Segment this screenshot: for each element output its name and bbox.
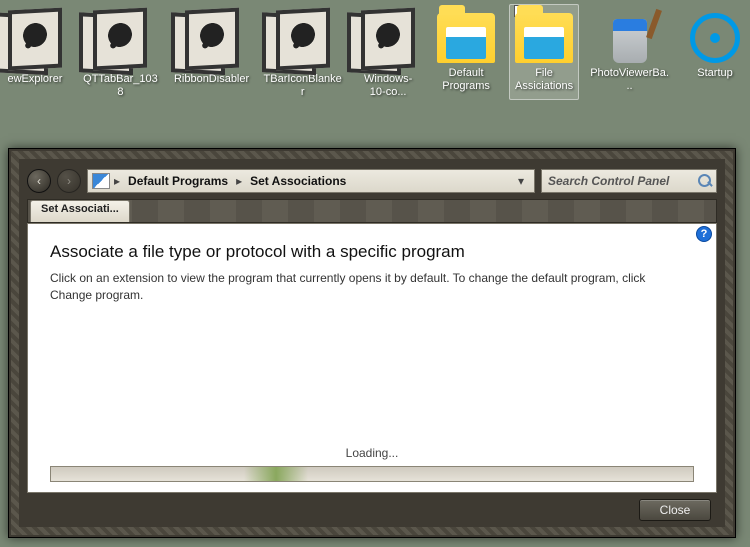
desktop-item-label: QTTabBar_1038: [81, 73, 160, 99]
content-pane: Associate a file type or protocol with a…: [27, 223, 717, 493]
desktop-icon-area: ewExplorer QTTabBar_1038 RibbonDisabler TBa…: [0, 0, 750, 124]
window-footer: Close: [27, 493, 717, 527]
loading-label: Loading...: [346, 446, 399, 460]
picture-folder-icon: [93, 8, 147, 71]
folder-icon: [515, 13, 573, 63]
control-panel-window: ‹ › ▸ Default Programs ▸ Set Association…: [8, 148, 736, 538]
desktop-item-label: Windows-10-co...: [356, 73, 420, 99]
picture-folder-icon: [185, 8, 239, 71]
desktop-item-label: Startup: [683, 67, 747, 80]
desktop-item-1[interactable]: QTTabBar_1038: [78, 4, 163, 106]
desktop-item-label: TBarIconBlanker: [263, 73, 342, 99]
address-breadcrumb[interactable]: ▸ Default Programs ▸ Set Associations ▾: [87, 169, 535, 193]
loading-area: Loading...: [50, 446, 694, 482]
desktop-item-0[interactable]: ewExplorer: [0, 4, 70, 93]
search-icon: [698, 174, 712, 188]
tab-label: Set Associati...: [41, 203, 119, 215]
paint-bucket-icon: [607, 13, 653, 63]
desktop-item-5[interactable]: Default Programs: [431, 4, 501, 100]
desktop-item-8[interactable]: Startup: [680, 4, 750, 87]
nav-back-button[interactable]: ‹: [27, 169, 51, 193]
picture-folder-icon: [8, 8, 62, 71]
tab-set-associations[interactable]: Set Associati...: [30, 200, 130, 222]
desktop-item-3[interactable]: TBarIconBlanker: [260, 4, 345, 106]
control-panel-icon: [92, 173, 110, 189]
search-input[interactable]: Search Control Panel: [541, 169, 717, 193]
startup-app-icon: [690, 13, 740, 63]
desktop-item-label: ewExplorer: [3, 73, 67, 86]
desktop-item-6[interactable]: ✓File Assiciations: [509, 4, 579, 100]
search-placeholder: Search Control Panel: [548, 174, 669, 188]
desktop-item-7[interactable]: PhotoViewerBa...: [587, 4, 672, 100]
page-description: Click on an extension to view the progra…: [50, 270, 690, 304]
desktop-item-label: PhotoViewerBa...: [590, 67, 669, 93]
breadcrumb-dropdown-icon[interactable]: ▾: [512, 174, 530, 188]
desktop-item-4[interactable]: Windows-10-co...: [353, 4, 423, 106]
breadcrumb-segment[interactable]: Default Programs: [120, 174, 236, 188]
desktop-item-label: RibbonDisabler: [174, 73, 249, 86]
picture-folder-icon: [276, 8, 330, 71]
breadcrumb-segment[interactable]: Set Associations: [242, 174, 354, 188]
tab-strip: Set Associati... ?: [27, 199, 717, 223]
folder-icon: [437, 13, 495, 63]
close-button[interactable]: Close: [639, 499, 711, 521]
page-heading: Associate a file type or protocol with a…: [50, 242, 694, 262]
nav-forward-button[interactable]: ›: [57, 169, 81, 193]
help-icon[interactable]: ?: [696, 226, 712, 242]
progress-bar: [50, 466, 694, 482]
desktop-item-2[interactable]: RibbonDisabler: [171, 4, 252, 93]
picture-folder-icon: [361, 8, 415, 71]
close-button-label: Close: [660, 503, 691, 517]
navigation-bar: ‹ › ▸ Default Programs ▸ Set Association…: [27, 167, 717, 195]
desktop-item-label: Default Programs: [434, 67, 498, 93]
desktop-item-label: File Assiciations: [512, 67, 576, 93]
